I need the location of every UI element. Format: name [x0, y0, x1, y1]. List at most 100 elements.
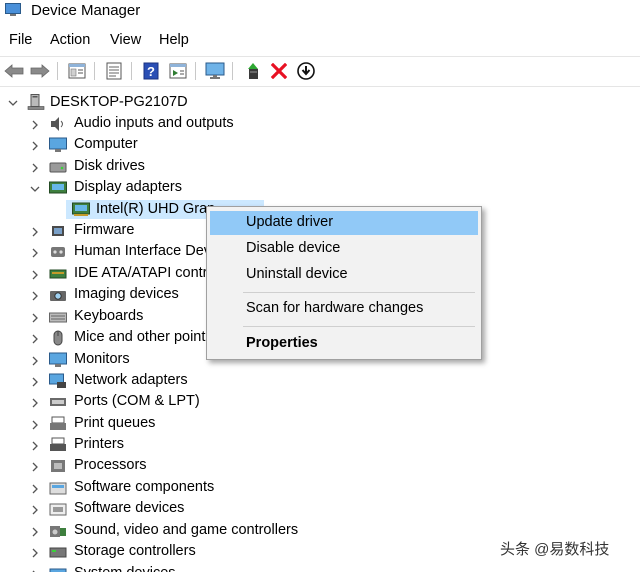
chip-icon: [52, 226, 64, 236]
chevron-right-icon[interactable]: [30, 141, 40, 151]
details-list-button[interactable]: [103, 60, 125, 82]
chevron-right-icon[interactable]: [30, 163, 40, 173]
menu-divider: [0, 56, 640, 57]
menu-update-driver[interactable]: Update driver: [210, 211, 478, 235]
title-bar: Device Manager: [0, 0, 640, 24]
download-icon: [297, 62, 315, 80]
chevron-right-icon[interactable]: [30, 377, 40, 387]
menu-scan-hardware-label: Scan for hardware changes: [246, 300, 424, 316]
chevron-right-icon[interactable]: [30, 484, 40, 494]
tree-category-label: Audio inputs and outputs: [74, 115, 234, 131]
chevron-right-icon[interactable]: [30, 527, 40, 537]
tree-category-label: System devices: [74, 565, 176, 572]
device-icon: [49, 503, 67, 516]
menu-separator: [243, 326, 475, 327]
chevron-right-icon[interactable]: [30, 441, 40, 451]
tree-category-label: Software devices: [74, 500, 185, 516]
disk-icon: [49, 162, 67, 173]
tree-category[interactable]: Processors: [0, 456, 300, 477]
download-button[interactable]: [295, 60, 317, 82]
properties-sheet-icon: [68, 63, 86, 79]
display-adapter-label: Intel(R) UHD Grap: [96, 201, 216, 217]
context-menu: Update driver Disable device Uninstall d…: [206, 206, 482, 360]
tree-category[interactable]: Software components: [0, 478, 300, 499]
chevron-right-icon[interactable]: [30, 227, 40, 237]
system-icon: [49, 568, 67, 572]
printq-icon: [50, 416, 66, 430]
toolbar-divider: [0, 86, 640, 87]
menu-bar: File Action View Help: [0, 30, 640, 52]
tree-root[interactable]: DESKTOP-PG2107D: [0, 92, 300, 113]
tree-category[interactable]: System devices: [0, 564, 300, 572]
help-button[interactable]: ?: [140, 60, 162, 82]
chevron-right-icon[interactable]: [30, 420, 40, 430]
tree-category[interactable]: Disk drives: [0, 157, 300, 178]
sound-icon: [50, 526, 66, 537]
back-arrow-icon: [4, 64, 24, 78]
tree-category[interactable]: Network adapters: [0, 371, 300, 392]
keyboard-icon: [49, 312, 67, 323]
menu-scan-hardware[interactable]: Scan for hardware changes: [210, 297, 478, 321]
tree-category-label: Ports (COM & LPT): [74, 393, 200, 409]
chevron-down-icon[interactable]: [8, 98, 18, 108]
scan-monitor-button[interactable]: [204, 60, 226, 82]
chevron-right-icon[interactable]: [30, 505, 40, 515]
printer-icon: [50, 437, 66, 451]
tree-category[interactable]: Computer: [0, 135, 300, 156]
menu-disable-device-label: Disable device: [246, 240, 341, 256]
tree-category[interactable]: Ports (COM & LPT): [0, 392, 300, 413]
tree-category[interactable]: Print queues: [0, 414, 300, 435]
tree-category[interactable]: Software devices: [0, 499, 300, 520]
tree-category[interactable]: Storage controllers: [0, 542, 300, 563]
action-pane-button[interactable]: [167, 60, 189, 82]
toolbar-separator: [195, 62, 196, 80]
menu-help[interactable]: Help: [159, 32, 189, 48]
chevron-right-icon[interactable]: [30, 548, 40, 558]
cpu-icon: [51, 460, 65, 472]
forward-button[interactable]: [29, 60, 51, 82]
tree-category-label: Disk drives: [74, 158, 145, 174]
update-driver-button[interactable]: [242, 60, 264, 82]
tree-category[interactable]: Display adapters: [0, 178, 300, 199]
hid-icon: [51, 247, 65, 257]
chevron-right-icon[interactable]: [30, 313, 40, 323]
chevron-right-icon[interactable]: [30, 356, 40, 366]
menu-uninstall-device[interactable]: Uninstall device: [210, 263, 478, 287]
watermark-text: 头条 @易数科技: [500, 541, 610, 558]
display-icon: [49, 181, 67, 194]
properties-sheet-button[interactable]: [66, 60, 88, 82]
tree-category[interactable]: Audio inputs and outputs: [0, 114, 300, 135]
menu-view[interactable]: View: [110, 32, 141, 48]
monitor-icon: [205, 62, 225, 79]
chevron-right-icon[interactable]: [30, 291, 40, 301]
chevron-right-icon[interactable]: [30, 334, 40, 344]
network-icon: [49, 373, 66, 388]
speaker-icon: [51, 117, 63, 131]
chevron-right-icon[interactable]: [30, 398, 40, 408]
menu-update-driver-label: Update driver: [246, 214, 334, 230]
tree-category-label: Print queues: [74, 415, 156, 431]
tree-category-label: Firmware: [74, 222, 135, 238]
toolbar-separator: [57, 62, 58, 80]
tree-category-label: Monitors: [74, 351, 130, 367]
menu-disable-device[interactable]: Disable device: [210, 237, 478, 261]
forward-arrow-icon: [30, 64, 50, 78]
tree-category[interactable]: Sound, video and game controllers: [0, 521, 300, 542]
menu-file[interactable]: File: [9, 32, 32, 48]
menu-uninstall-device-label: Uninstall device: [246, 266, 348, 282]
tree-category-label: Keyboards: [74, 308, 144, 324]
back-button[interactable]: [3, 60, 25, 82]
chevron-right-icon[interactable]: [30, 270, 40, 280]
details-list-icon: [106, 62, 122, 80]
menu-action[interactable]: Action: [50, 32, 90, 48]
tree-category-label: Display adapters: [74, 179, 182, 195]
chevron-right-icon[interactable]: [30, 120, 40, 130]
uninstall-button[interactable]: [268, 60, 290, 82]
chevron-down-icon[interactable]: [30, 184, 40, 194]
chevron-right-icon[interactable]: [30, 248, 40, 258]
tree-category[interactable]: Printers: [0, 435, 300, 456]
window-title: Device Manager: [31, 2, 141, 19]
chevron-right-icon[interactable]: [30, 462, 40, 472]
menu-properties[interactable]: Properties: [210, 332, 478, 356]
tree-category-label: Network adapters: [74, 372, 188, 388]
